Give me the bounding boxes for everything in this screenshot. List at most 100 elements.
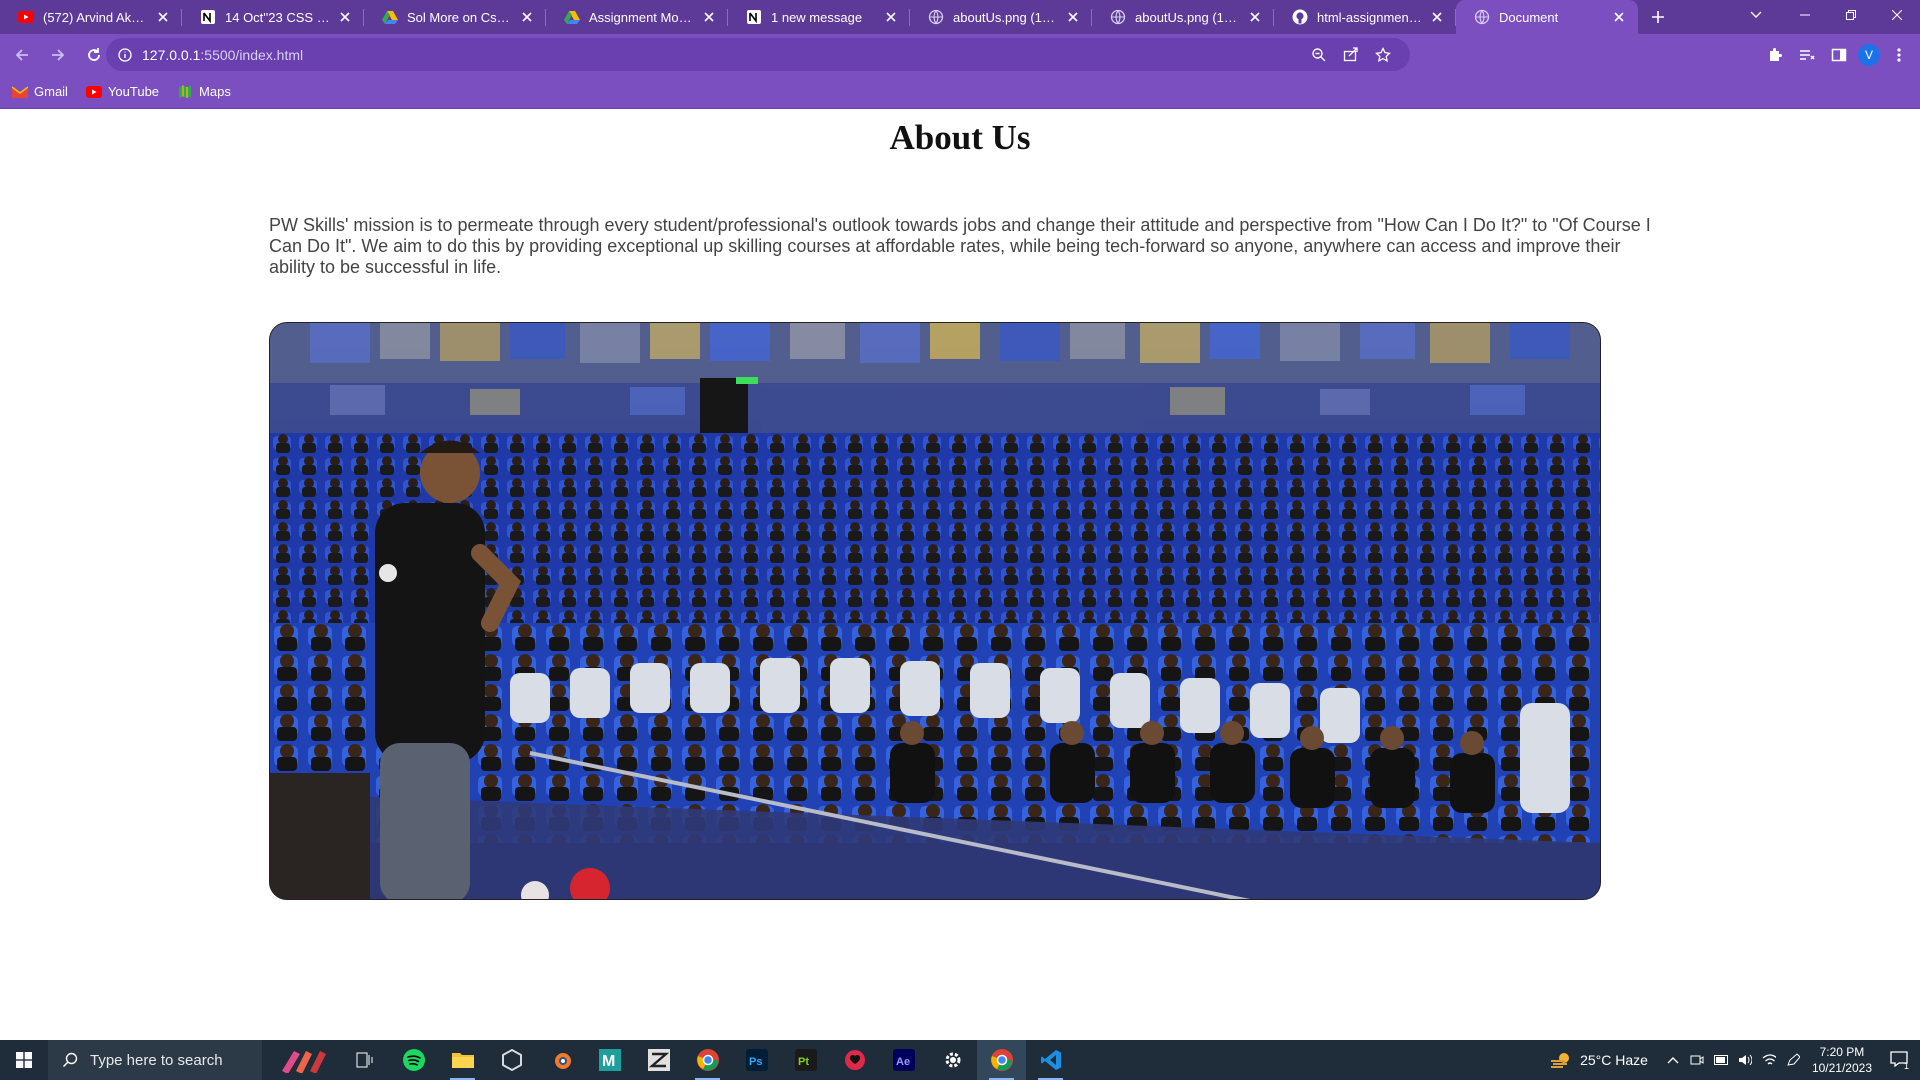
tab-search-button[interactable] [1738, 0, 1774, 30]
taskbar-widget[interactable] [268, 1040, 340, 1080]
minimize-button[interactable] [1782, 0, 1828, 30]
tab-strip: (572) Arvind Akela Kai 14 Oct''23 CSS sel… [0, 0, 1920, 34]
zbrush-icon [647, 1049, 670, 1071]
clock-time: 7:20 PM [1819, 1045, 1865, 1059]
painter-icon: Pt [794, 1049, 817, 1071]
bookmark-label: Maps [199, 84, 231, 99]
taskbar-after-effects[interactable]: Ae [879, 1040, 928, 1080]
forward-button[interactable] [42, 39, 74, 71]
taskbar-blender[interactable] [536, 1040, 585, 1080]
share-button[interactable] [1340, 44, 1362, 66]
maps-icon [177, 84, 193, 100]
blender-icon [554, 1053, 571, 1069]
side-panel-icon [1831, 48, 1847, 61]
back-button[interactable] [6, 39, 38, 71]
taskbar-photoshop[interactable]: Ps [732, 1040, 781, 1080]
tab-title: aboutUs.png (1064×6 [1135, 9, 1240, 25]
pen-indicator[interactable] [1786, 1052, 1800, 1068]
close-window-button[interactable] [1874, 0, 1920, 30]
browser-tab[interactable]: Sol More on Css.pdf - [364, 0, 546, 34]
taskbar-clock[interactable]: 7:20 PM 10/21/2023 [1812, 1044, 1872, 1076]
minimize-icon [1800, 14, 1810, 16]
bookmark-gmail[interactable]: Gmail [12, 84, 68, 100]
svg-text:M: M [602, 1053, 615, 1070]
side-panel-button[interactable] [1826, 42, 1852, 68]
tray-overflow-button[interactable] [1666, 1052, 1680, 1068]
tab-title: (572) Arvind Akela Kai [43, 9, 148, 25]
close-tab-button[interactable] [1610, 8, 1628, 26]
close-tab-button[interactable] [1064, 8, 1082, 26]
taskbar-zbrush[interactable] [634, 1040, 683, 1080]
info-icon[interactable] [118, 47, 132, 62]
reading-list-button[interactable] [1794, 42, 1820, 68]
battery-indicator[interactable] [1713, 1052, 1728, 1068]
extensions-button[interactable] [1762, 42, 1788, 68]
weather-widget[interactable]: 25°C Haze [1550, 1051, 1648, 1069]
bookmark-star-button[interactable] [1372, 44, 1394, 66]
close-tab-button[interactable] [518, 8, 536, 26]
browser-tab[interactable]: 1 new message [728, 0, 910, 34]
star-icon [1375, 46, 1391, 62]
browser-menu-button[interactable] [1886, 42, 1912, 68]
network-indicator[interactable] [1762, 1052, 1776, 1068]
mission-paragraph: PW Skills' mission is to permeate throug… [269, 215, 1651, 277]
unity-icon [501, 1049, 522, 1071]
notification-center-button[interactable]: 1 [1882, 1050, 1920, 1070]
address-bar[interactable]: 127.0.0.1:5500/index.html [106, 38, 1410, 71]
url-text: 127.0.0.1:5500/index.html [142, 47, 303, 63]
meet-now-icon [1690, 1055, 1704, 1065]
taskbar-unity[interactable] [487, 1040, 536, 1080]
taskbar-vscode[interactable] [1026, 1040, 1075, 1080]
close-tab-button[interactable] [1246, 8, 1264, 26]
browser-tab[interactable]: Document [1456, 0, 1638, 34]
system-tray: 25°C Haze 7:20 PM 10/21/2023 1 [1550, 1040, 1920, 1080]
notification-icon: 1 [1890, 1051, 1909, 1070]
taskbar-search-box[interactable]: Type here to search [48, 1040, 262, 1080]
start-button[interactable] [0, 1040, 48, 1080]
taskbar-painter[interactable]: Pt [781, 1040, 830, 1080]
taskbar-app-red[interactable] [830, 1040, 879, 1080]
chevron-down-icon [1750, 11, 1762, 18]
restore-icon [1846, 10, 1856, 20]
weather-text: 25°C Haze [1580, 1052, 1648, 1068]
tab-title: 1 new message [771, 9, 863, 25]
browser-tab[interactable]: Assignment More on [546, 0, 728, 34]
wifi-icon [1762, 1054, 1776, 1065]
bookmark-maps[interactable]: Maps [177, 84, 231, 100]
browser-tab[interactable]: 14 Oct''23 CSS selecto [182, 0, 364, 34]
taskbar-chrome-alt[interactable] [683, 1040, 732, 1080]
browser-tab[interactable]: aboutUs.png (1064×6 [910, 0, 1092, 34]
browser-tab[interactable]: (572) Arvind Akela Kai [0, 0, 182, 34]
taskbar-task-view[interactable] [340, 1040, 389, 1080]
close-tab-button[interactable] [1428, 8, 1446, 26]
taskbar-file-explorer[interactable] [438, 1040, 487, 1080]
close-icon [1614, 12, 1624, 22]
taskbar-spotify[interactable] [389, 1040, 438, 1080]
profile-avatar[interactable]: V [1858, 43, 1880, 66]
browser-toolbar: 127.0.0.1:5500/index.html V [0, 34, 1920, 75]
reading-list-icon [1800, 49, 1815, 60]
windows-logo-icon [16, 1052, 32, 1068]
arrow-left-icon [15, 48, 28, 61]
close-tab-button[interactable] [700, 8, 718, 26]
zoom-button[interactable] [1308, 44, 1330, 66]
taskbar-miro[interactable]: M [585, 1040, 634, 1080]
volume-indicator[interactable] [1738, 1052, 1752, 1068]
taskbar-chrome[interactable] [977, 1040, 1026, 1080]
gear-icon [945, 1052, 960, 1068]
close-tab-button[interactable] [154, 8, 172, 26]
browser-tab[interactable]: html-assignment/mo [1274, 0, 1456, 34]
taskbar-settings[interactable] [928, 1040, 977, 1080]
close-icon [1432, 12, 1442, 22]
close-icon [886, 12, 896, 22]
bookmark-youtube[interactable]: YouTube [85, 84, 159, 100]
new-tab-button[interactable] [1642, 0, 1674, 34]
browser-tab[interactable]: aboutUs.png (1064×6 [1092, 0, 1274, 34]
restore-button[interactable] [1828, 0, 1874, 30]
battery-icon [1713, 1055, 1728, 1065]
photoshop-icon: Ps [745, 1049, 768, 1071]
tray-app-icon[interactable] [1690, 1052, 1704, 1068]
page-viewport: About Us PW Skills' mission is to permea… [0, 109, 1920, 1040]
close-tab-button[interactable] [336, 8, 354, 26]
close-tab-button[interactable] [882, 8, 900, 26]
